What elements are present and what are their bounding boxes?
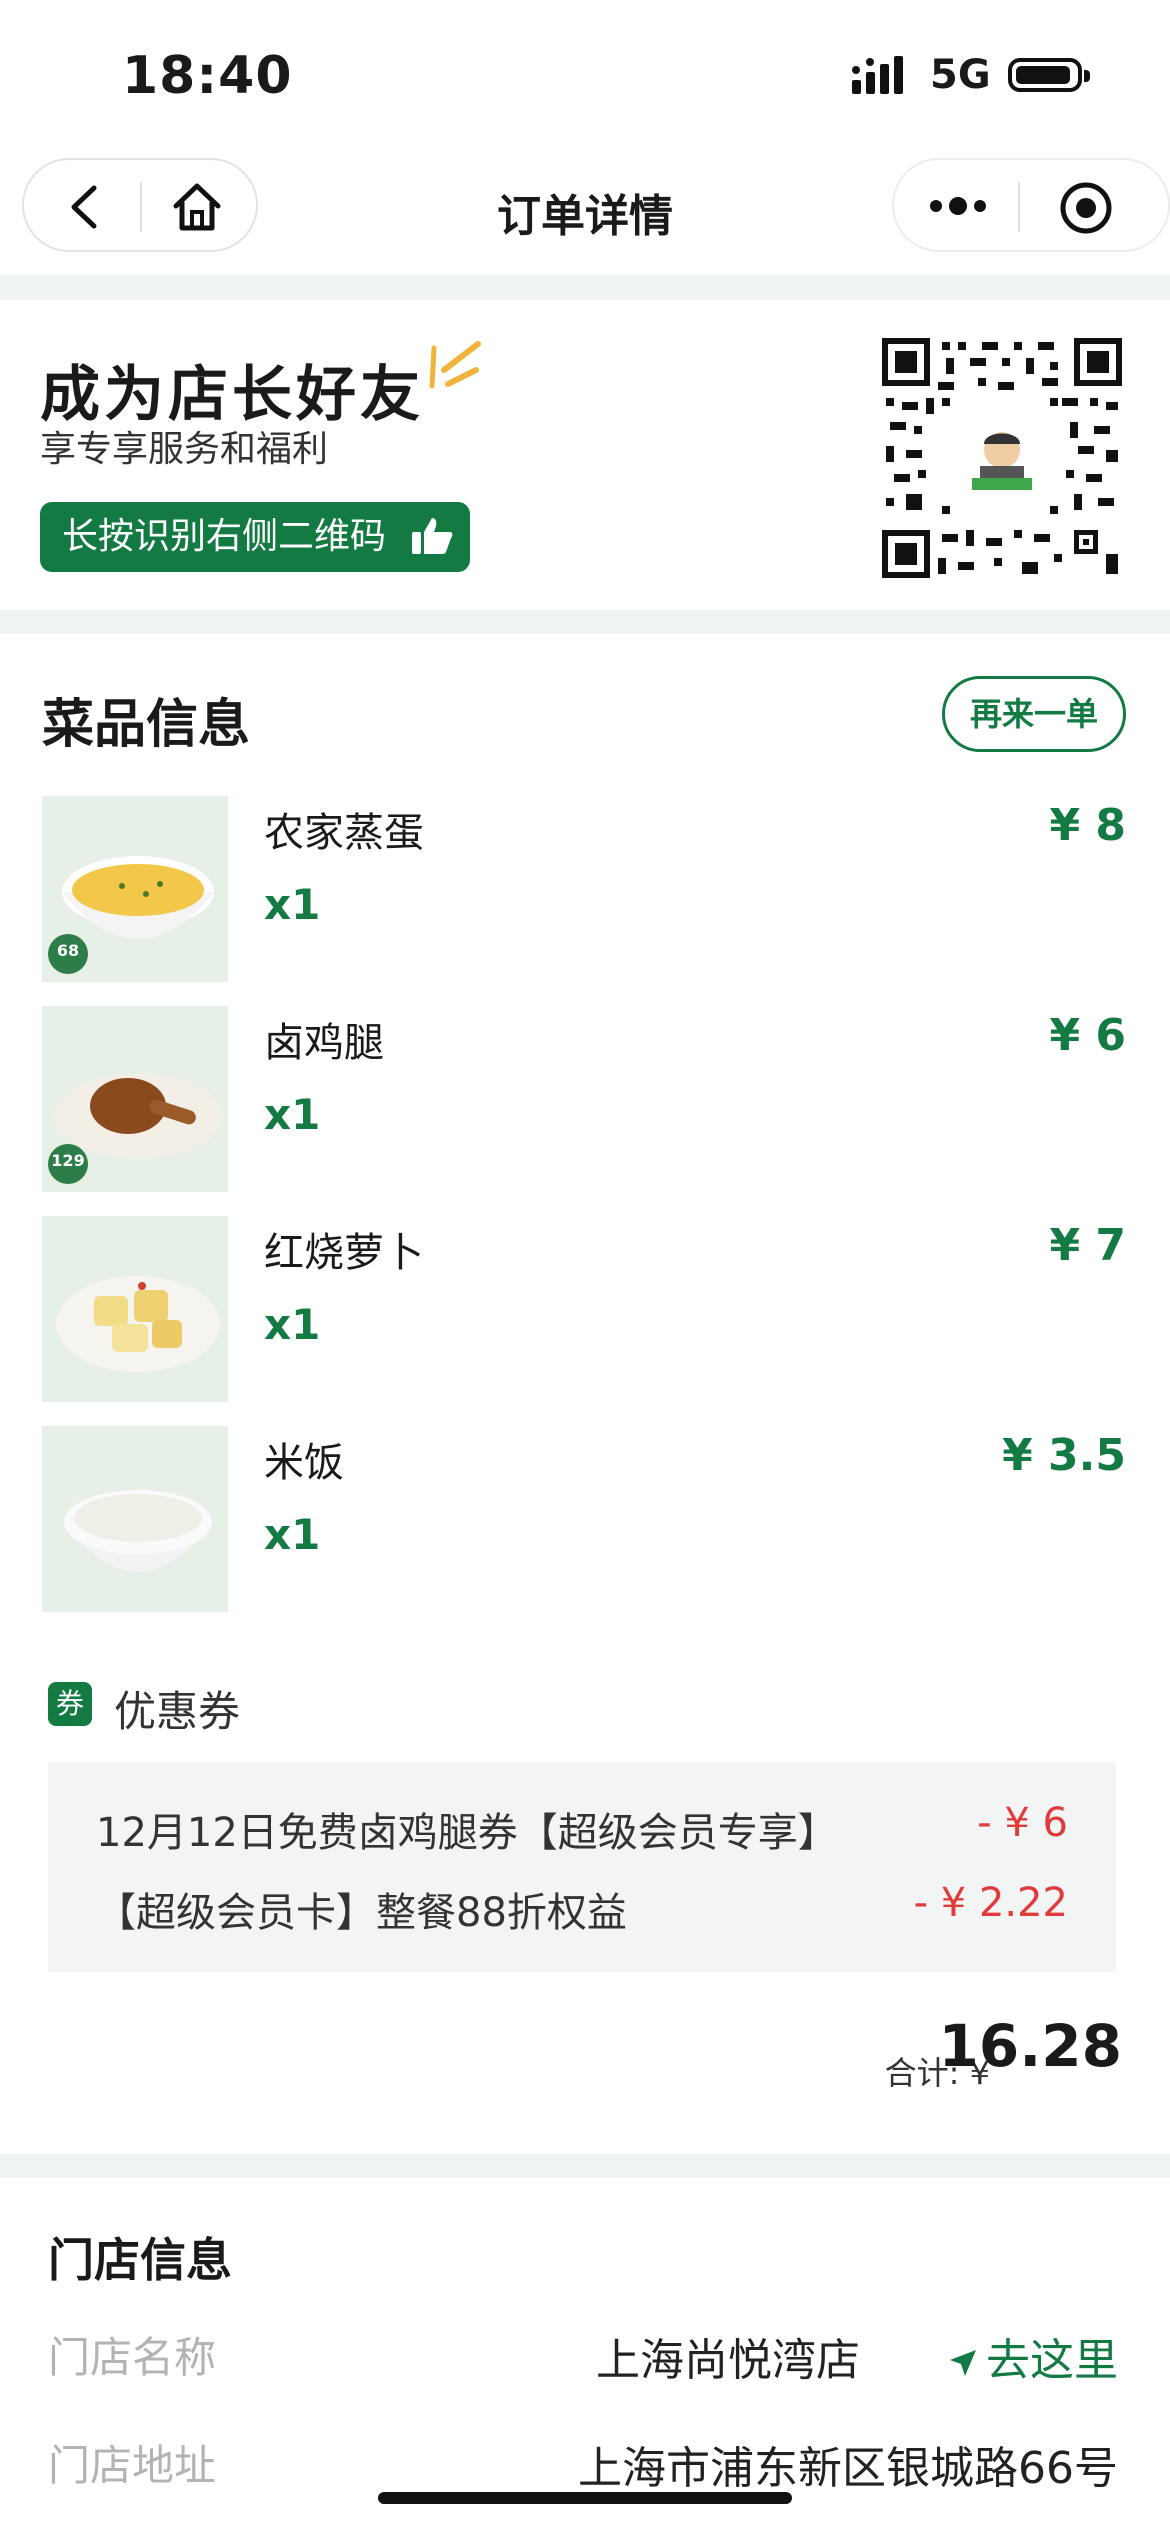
- coupon-amount: - ¥ 6: [977, 1800, 1068, 1846]
- coupon-list: 12月12日免费卤鸡腿券【超级会员专享】 - ¥ 6 【超级会员卡】整餐88折权…: [48, 1762, 1116, 1972]
- coupon-amount: - ¥ 2.22: [913, 1880, 1068, 1926]
- store-name-row: 上海尚悦湾店 去这里: [596, 2324, 1118, 2388]
- manager-friend-card: 成为店长好友 享专享服务和福利 长按识别右侧二维码: [0, 300, 1170, 610]
- close-miniprogram-icon[interactable]: [1058, 180, 1114, 236]
- dish-row: 米饭 x1 ¥ 3.5: [0, 1426, 1170, 1636]
- promo-subtitle: 享专享服务和福利: [40, 429, 329, 470]
- dish-image-chicken-leg: 129: [42, 1006, 228, 1192]
- dish-image-braised-radish: [42, 1216, 228, 1402]
- total-value: 16.28: [938, 2012, 1122, 2080]
- dish-price: ¥ 6: [1049, 1010, 1126, 1061]
- dish-qty: x1: [264, 1300, 321, 1349]
- scan-qr-label: 长按识别右侧二维码: [62, 516, 387, 557]
- network-type: 5G: [930, 52, 991, 98]
- dish-section-title: 菜品信息: [42, 695, 251, 755]
- battery-icon: [1008, 58, 1090, 92]
- coupon-name: 12月12日免费卤鸡腿券【超级会员专享】: [96, 1810, 838, 1856]
- nav-right-capsule: [892, 158, 1170, 252]
- dish-qty: x1: [264, 1090, 321, 1139]
- dish-price: ¥ 3.5: [1002, 1430, 1126, 1481]
- dish-info-card: 菜品信息 再来一单 68 农家蒸蛋 x1 ¥ 8 129 卤鸡腿 x1 ¥ 6 …: [0, 634, 1170, 2154]
- store-name-label: 门店名称: [48, 2333, 217, 2382]
- dish-image-steamed-egg: 68: [42, 796, 228, 982]
- dish-price: ¥ 7: [1049, 1220, 1126, 1271]
- store-section-title: 门店信息: [48, 2233, 232, 2287]
- qr-code-image[interactable]: [882, 338, 1122, 578]
- kcal-badge: 68: [48, 934, 88, 974]
- store-address-label: 门店地址: [48, 2441, 217, 2490]
- coupon-label: 优惠券: [114, 1687, 241, 1736]
- status-bar: 18:40 5G: [0, 0, 1170, 150]
- store-name-value: 上海尚悦湾店: [596, 2335, 860, 2386]
- more-icon[interactable]: [928, 192, 988, 220]
- signal-icon: [852, 56, 903, 94]
- store-info-card: 门店信息 门店名称 上海尚悦湾店 去这里 门店地址 上海市浦东新区银城路66号: [0, 2178, 1170, 2532]
- navigate-arrow-icon: [950, 2350, 976, 2376]
- scan-qr-button[interactable]: 长按识别右侧二维码: [40, 502, 470, 572]
- dish-name: 米饭: [264, 1440, 344, 1486]
- coupon-icon: 券: [48, 1682, 92, 1726]
- dish-image-rice: [42, 1426, 228, 1612]
- dish-row: 红烧萝卜 x1 ¥ 7: [0, 1216, 1170, 1426]
- store-address-value: 上海市浦东新区银城路66号: [578, 2443, 1118, 2494]
- dish-qty: x1: [264, 1510, 321, 1559]
- dish-qty: x1: [264, 880, 321, 929]
- sparkle-icon: [429, 341, 481, 389]
- dish-name: 红烧萝卜: [264, 1230, 424, 1276]
- nav-bar: 订单详情: [0, 150, 1170, 275]
- home-indicator: [378, 2492, 792, 2504]
- dish-name: 卤鸡腿: [264, 1020, 384, 1066]
- navigate-label: 去这里: [986, 2335, 1118, 2386]
- dish-price: ¥ 8: [1049, 800, 1126, 851]
- dish-row: 68 农家蒸蛋 x1 ¥ 8: [0, 796, 1170, 1006]
- thumbs-up-icon: [412, 518, 453, 554]
- status-time: 18:40: [122, 46, 293, 106]
- kcal-badge: 129: [48, 1144, 88, 1184]
- coupon-name: 【超级会员卡】整餐88折权益: [96, 1890, 627, 1936]
- navigate-button[interactable]: 去这里: [948, 2335, 1118, 2386]
- dish-row: 129 卤鸡腿 x1 ¥ 6: [0, 1006, 1170, 1216]
- reorder-button[interactable]: 再来一单: [942, 676, 1126, 752]
- dish-name: 农家蒸蛋: [264, 810, 424, 856]
